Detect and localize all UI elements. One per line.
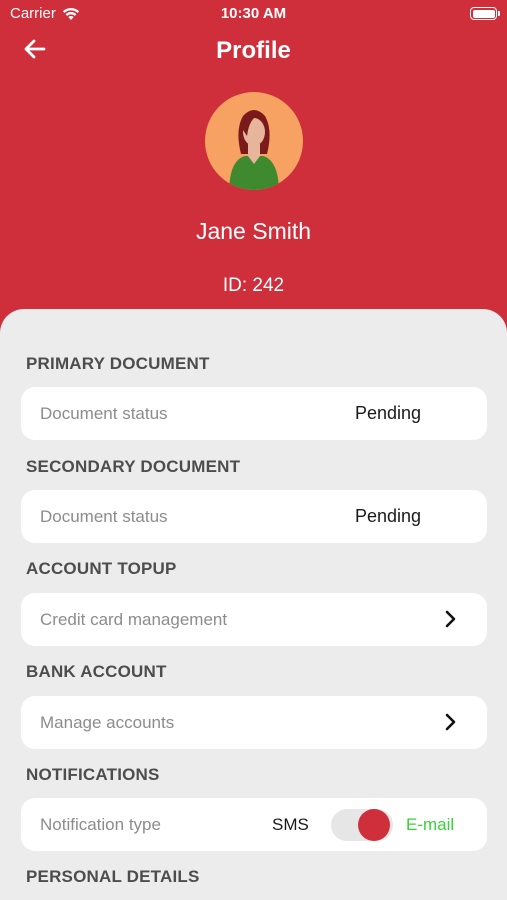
chevron-right-icon: [445, 713, 456, 731]
toggle-knob[interactable]: [358, 809, 390, 841]
user-avatar-icon: [229, 110, 279, 190]
user-name: Jane Smith: [195, 218, 312, 244]
page-title: Profile: [216, 37, 291, 64]
status-value: Pending: [354, 403, 421, 423]
email-option-label[interactable]: E-mail: [406, 815, 454, 835]
status-bar: Carrier 10:30 AM: [0, 0, 507, 28]
primary-document-status-row[interactable]: Document status Pending: [21, 387, 487, 440]
sms-option-label[interactable]: SMS: [272, 815, 309, 835]
row-label: Manage accounts: [40, 713, 175, 732]
section-title-account-topup: ACCOUNT TOPUP: [26, 559, 177, 578]
section-title-notifications: NOTIFICATIONS: [26, 765, 160, 784]
battery-icon: [470, 7, 500, 20]
notification-type-toggle[interactable]: [331, 809, 393, 841]
section-title-secondary-document: SECONDARY DOCUMENT: [26, 457, 241, 476]
secondary-document-status-row[interactable]: Document status Pending: [21, 490, 487, 543]
notification-type-row: Notification type SMS E-mail: [21, 798, 487, 851]
section-title-primary-document: PRIMARY DOCUMENT: [26, 354, 210, 373]
row-label: Credit card management: [40, 610, 228, 629]
row-label: Document status: [40, 404, 168, 423]
profile-content: PRIMARY DOCUMENT Document status Pending…: [0, 309, 507, 900]
section-title-personal-details: PERSONAL DETAILS: [26, 867, 200, 886]
credit-card-management-row[interactable]: Credit card management: [21, 593, 487, 646]
manage-accounts-row[interactable]: Manage accounts: [21, 696, 487, 749]
user-id: ID: 242: [222, 275, 285, 296]
row-label: Notification type: [40, 815, 161, 834]
status-value: Pending: [354, 506, 421, 526]
row-label: Document status: [40, 507, 168, 526]
profile-header: Carrier 10:30 AM Profile Jane Smith ID: …: [0, 0, 507, 340]
status-time: 10:30 AM: [220, 5, 287, 22]
chevron-right-icon: [445, 610, 456, 628]
avatar: [205, 92, 303, 190]
section-title-bank-account: BANK ACCOUNT: [26, 662, 167, 681]
